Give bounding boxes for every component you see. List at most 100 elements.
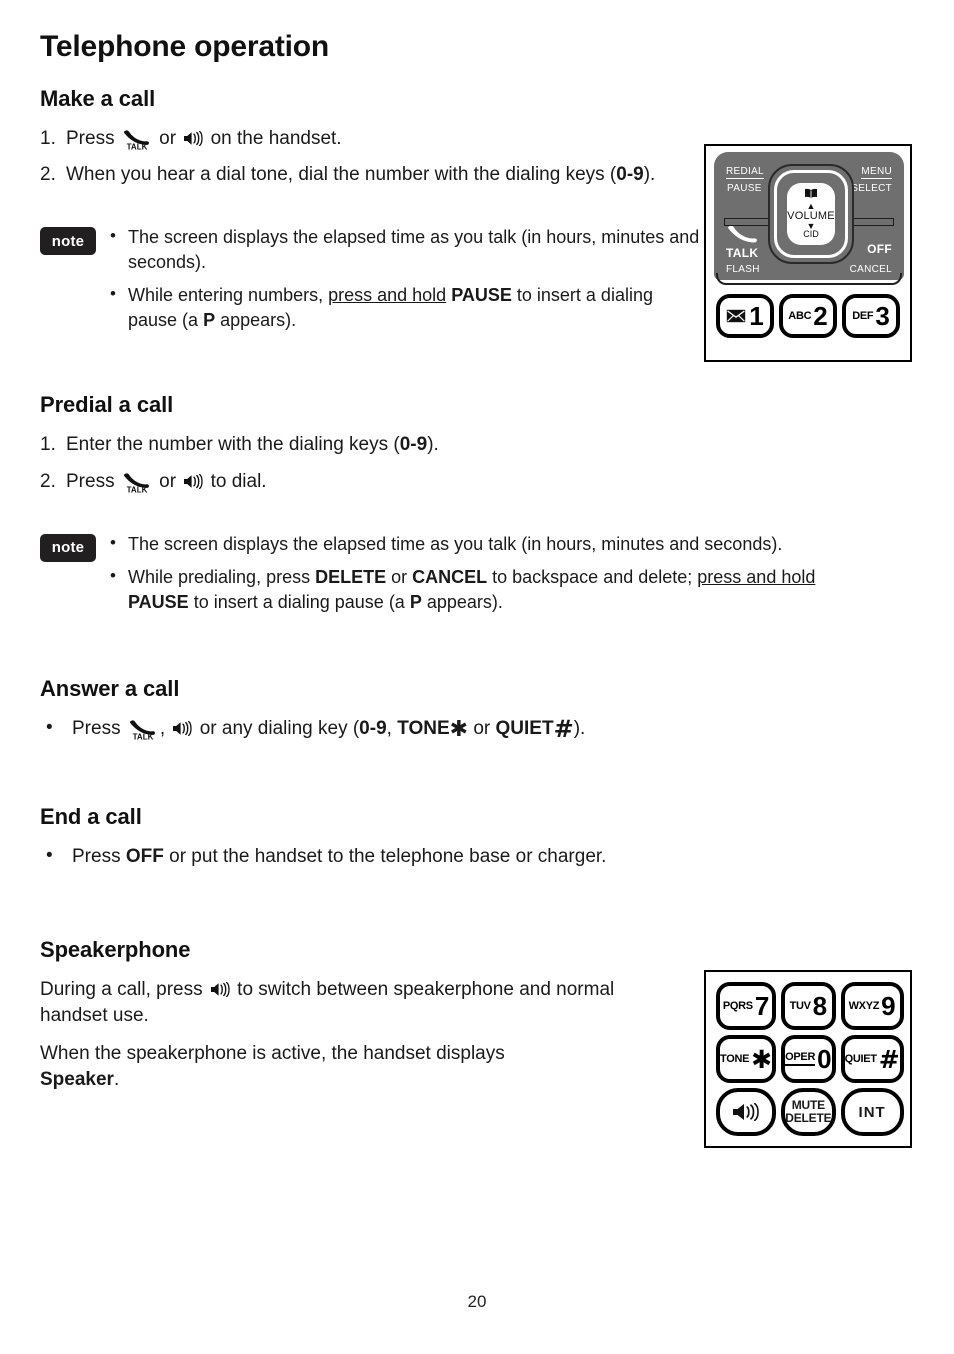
- note-bold-pause: PAUSE: [128, 591, 189, 612]
- phonebook-icon: [804, 188, 818, 201]
- key-3[interactable]: DEF 3: [842, 294, 900, 338]
- bullet-dot: •: [110, 566, 116, 586]
- speakerphone-para-1: During a call, press to switch between s…: [40, 977, 660, 1029]
- note-item: • While entering numbers, press and hold …: [106, 283, 700, 332]
- note-bold-p: P: [203, 309, 216, 330]
- nav-bar-right: [848, 218, 894, 226]
- step-number: 1.: [40, 128, 56, 149]
- key-8[interactable]: TUV 8: [781, 982, 836, 1030]
- note-block-make-a-call: note • The screen displays the elapsed ti…: [40, 224, 700, 332]
- answer-text-pre: Press: [72, 718, 126, 740]
- end-bold-off: OFF: [125, 846, 164, 868]
- note-text-c: appears).: [215, 309, 297, 330]
- answer-sep: ,: [386, 718, 398, 740]
- step-text-a: When you hear a dial tone, dial the numb…: [66, 164, 617, 186]
- section-make-a-call: Make a call 1. Press TALK or on the hands…: [40, 86, 700, 332]
- keypad-row-123: 1 ABC 2 DEF 3: [716, 294, 900, 338]
- bullet-dot: •: [46, 845, 53, 867]
- key-1[interactable]: 1: [716, 294, 774, 338]
- bullet-dot: •: [110, 226, 116, 246]
- note-bold-p: P: [409, 591, 422, 612]
- page-title: Telephone operation: [40, 30, 329, 63]
- answer-bold-tone: TONE: [397, 718, 450, 740]
- speakerphone-icon: [172, 718, 193, 737]
- nav-ring-inner: ▲ VOLUME ▼ CID: [774, 170, 848, 258]
- svg-text:TALK: TALK: [126, 143, 147, 151]
- key-letters: QUIET: [844, 1052, 877, 1065]
- note-block-predial-a-call: note • The screen displays the elapsed ti…: [40, 531, 930, 614]
- note-list: • The screen displays the elapsed time as…: [106, 532, 930, 614]
- bullet-dot: •: [46, 717, 53, 739]
- talk-handset-icon: [726, 224, 760, 244]
- key-digit: 7: [754, 991, 770, 1021]
- note-text-c: to backspace and delete;: [487, 567, 698, 588]
- step-item: 1. Press TALK or on the handset.: [40, 126, 700, 152]
- note-text-a: While predialing, press: [128, 567, 316, 588]
- section-answer-a-call: Answer a call • Press TALK, or any dialin…: [40, 676, 700, 742]
- section-speakerphone: Speakerphone During a call, press to swi…: [40, 937, 660, 1094]
- note-item: • The screen displays the elapsed time as…: [106, 532, 930, 556]
- key-9[interactable]: WXYZ 9: [840, 982, 904, 1030]
- key-digit: 0: [817, 1044, 832, 1074]
- key-letters: TUV: [789, 999, 811, 1012]
- speakerphone-icon: [210, 979, 230, 997]
- key-hash-quiet[interactable]: QUIET #: [840, 1035, 904, 1083]
- note-bold-delete: DELETE: [315, 567, 387, 588]
- hash-key-icon: #: [878, 1044, 900, 1074]
- note-text-b: or: [386, 567, 413, 588]
- key-letters: PQRS: [722, 999, 753, 1012]
- answer-text-mid: ,: [159, 718, 171, 740]
- spk2-text-a: When the speakerphone is active, the han…: [40, 1043, 505, 1065]
- section-heading-make-a-call: Make a call: [40, 86, 156, 111]
- key-0-oper[interactable]: OPER 0: [781, 1035, 836, 1083]
- note-body: • The screen displays the elapsed time as…: [106, 531, 930, 614]
- key-letters: ABC: [788, 309, 812, 322]
- page-number: 20: [467, 1292, 487, 1311]
- handset-keypad-diagram-top: REDIAL PAUSE MENU SELECT TALK FLASH OFF …: [704, 144, 912, 362]
- key-mute-delete[interactable]: MUTE DELETE: [781, 1088, 836, 1136]
- key-int[interactable]: INT: [840, 1088, 904, 1136]
- section-heading-speakerphone: Speakerphone: [40, 936, 191, 962]
- step-text-a: Enter the number with the dialing keys (: [66, 434, 400, 456]
- key-digit: 2: [813, 301, 828, 331]
- key-speakerphone[interactable]: [716, 1088, 777, 1136]
- step-text-pre: Press: [66, 128, 120, 149]
- end-text-a: Press: [72, 846, 126, 868]
- speakerphone-para-2: When the speakerphone is active, the han…: [40, 1041, 520, 1093]
- step-text-b: ).: [427, 434, 439, 456]
- nav-ring-face: ▲ VOLUME ▼ CID: [787, 183, 835, 245]
- keypad-grid: PQRS 7 TUV 8 WXYZ 9 TONE ✱ OPER 0 QUIET #: [716, 982, 904, 1136]
- handset-keypad-diagram-bottom: PQRS 7 TUV 8 WXYZ 9 TONE ✱ OPER 0 QUIET #: [704, 970, 912, 1148]
- key-digit: 9: [881, 991, 896, 1021]
- note-body: • The screen displays the elapsed time as…: [106, 224, 700, 332]
- label-menu: MENU: [861, 166, 892, 179]
- step-item: 1. Enter the number with the dialing keys…: [40, 432, 930, 458]
- key-2[interactable]: ABC 2: [779, 294, 837, 338]
- step-bold-keys: 0-9: [399, 434, 428, 456]
- note-item: • While predialing, press DELETE or CANCE…: [106, 565, 930, 614]
- step-text-post: on the handset.: [205, 128, 342, 149]
- key-letters: WXYZ: [848, 999, 880, 1012]
- key-two-line-label: MUTE DELETE: [785, 1099, 831, 1124]
- note-badge: note: [40, 227, 96, 256]
- label-cid: CID: [803, 229, 819, 240]
- key-letters: OPER: [785, 1052, 815, 1066]
- hash-key-icon: #: [553, 715, 574, 744]
- note-text-a: While entering numbers,: [128, 285, 329, 306]
- bullet-dot: •: [110, 284, 116, 304]
- volume-up-arrow-icon: ▲: [806, 200, 816, 211]
- note-bold-cancel: CANCEL: [412, 567, 488, 588]
- speakerphone-icon: [183, 471, 203, 489]
- step-number: 2.: [40, 470, 56, 492]
- note-bold-pause: PAUSE: [451, 285, 512, 306]
- answer-bold-keys: 0-9: [359, 718, 387, 740]
- key-star-tone[interactable]: TONE ✱: [716, 1035, 777, 1083]
- step-text-mid: or: [153, 128, 182, 149]
- navigation-ring[interactable]: ▲ VOLUME ▼ CID: [768, 164, 854, 264]
- key-7[interactable]: PQRS 7: [716, 982, 777, 1030]
- answer-end: ).: [573, 718, 586, 740]
